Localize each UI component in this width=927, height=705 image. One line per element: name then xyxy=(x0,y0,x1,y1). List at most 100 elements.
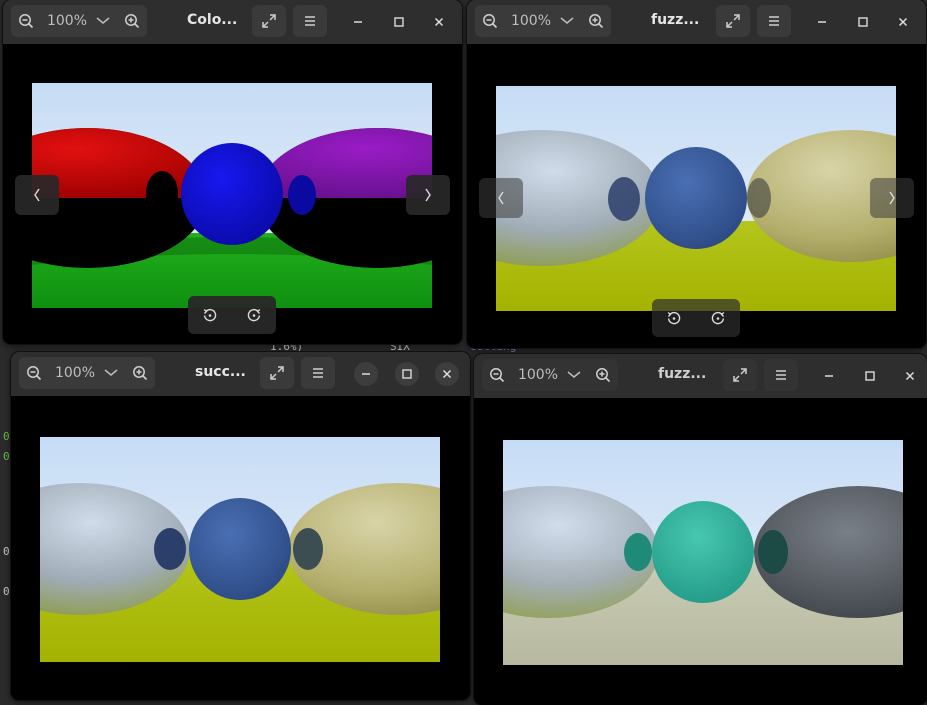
zoom-out-icon xyxy=(26,365,42,381)
hamburger-menu-icon xyxy=(766,13,782,29)
zoom-control: 100% xyxy=(19,357,155,389)
zoom-control: 100% xyxy=(11,5,147,37)
fullscreen-button[interactable] xyxy=(716,5,750,37)
rendered-image xyxy=(503,440,903,665)
zoom-in-button[interactable] xyxy=(117,5,147,37)
minimize-button[interactable] xyxy=(817,364,841,388)
image-viewer-window-2[interactable]: 100% fuzz... xyxy=(467,0,926,348)
fullscreen-icon xyxy=(261,13,277,29)
chevron-down-icon xyxy=(559,16,575,26)
zoom-in-button[interactable] xyxy=(588,359,618,391)
maximize-icon xyxy=(857,16,869,28)
minimize-icon xyxy=(352,16,364,28)
image-viewer-window-1[interactable]: 100% Colo... xyxy=(3,0,462,344)
rotate-controls xyxy=(188,296,276,334)
image-content xyxy=(503,440,903,665)
image-viewer-window-3[interactable]: 100% succ... xyxy=(11,352,470,700)
zoom-level-dropdown[interactable]: 100% xyxy=(41,5,117,37)
zoom-out-button[interactable] xyxy=(475,5,505,37)
maximize-icon xyxy=(864,370,876,382)
close-icon xyxy=(433,16,445,28)
previous-image-button[interactable] xyxy=(479,178,523,218)
zoom-in-button[interactable] xyxy=(125,357,155,389)
zoom-out-button[interactable] xyxy=(11,5,41,37)
headerbar: 100% fuzz... xyxy=(467,0,926,44)
chevron-right-icon xyxy=(887,190,897,206)
main-menu-button[interactable] xyxy=(764,359,798,391)
headerbar: 100% fuzz... xyxy=(474,354,927,398)
image-content xyxy=(496,86,896,311)
maximize-icon xyxy=(393,16,405,28)
next-image-button[interactable] xyxy=(406,175,450,215)
zoom-in-button[interactable] xyxy=(581,5,611,37)
minimize-button[interactable] xyxy=(346,10,370,34)
zoom-level: 100% xyxy=(517,367,559,383)
close-button[interactable] xyxy=(891,10,915,34)
window-title: fuzz... xyxy=(658,366,707,382)
next-image-button[interactable] xyxy=(870,178,914,218)
zoom-level: 100% xyxy=(510,13,552,29)
zoom-level-dropdown[interactable]: 100% xyxy=(49,357,125,389)
maximize-icon xyxy=(401,368,413,380)
zoom-out-icon xyxy=(489,367,505,383)
zoom-out-button[interactable] xyxy=(19,357,49,389)
chevron-left-icon xyxy=(32,187,42,203)
window-title: fuzz... xyxy=(651,12,700,28)
rotate-right-icon xyxy=(246,307,262,323)
minimize-icon xyxy=(360,368,372,380)
image-viewer-window-4[interactable]: 100% fuzz... xyxy=(474,354,927,705)
minimize-button[interactable] xyxy=(354,362,378,386)
minimize-button[interactable] xyxy=(810,10,834,34)
zoom-out-icon xyxy=(482,13,498,29)
zoom-in-icon xyxy=(124,13,140,29)
previous-image-button[interactable] xyxy=(15,175,59,215)
chevron-down-icon xyxy=(103,368,119,378)
chevron-down-icon xyxy=(95,16,111,26)
fullscreen-icon xyxy=(269,365,285,381)
rotate-left-button[interactable] xyxy=(195,300,225,330)
rotate-left-icon xyxy=(666,310,682,326)
hamburger-menu-icon xyxy=(302,13,318,29)
close-button[interactable] xyxy=(435,362,459,386)
close-icon xyxy=(897,16,909,28)
maximize-button[interactable] xyxy=(858,364,882,388)
main-menu-button[interactable] xyxy=(293,5,327,37)
fullscreen-icon xyxy=(732,367,748,383)
zoom-in-icon xyxy=(595,367,611,383)
close-icon xyxy=(441,368,453,380)
fullscreen-button[interactable] xyxy=(260,357,294,389)
window-title: Colo... xyxy=(187,12,238,28)
fullscreen-icon xyxy=(725,13,741,29)
zoom-out-button[interactable] xyxy=(482,359,512,391)
zoom-out-icon xyxy=(18,13,34,29)
maximize-button[interactable] xyxy=(851,10,875,34)
fullscreen-button[interactable] xyxy=(723,359,757,391)
zoom-in-icon xyxy=(132,365,148,381)
minimize-icon xyxy=(823,370,835,382)
zoom-level-dropdown[interactable]: 100% xyxy=(512,359,588,391)
window-title: succ... xyxy=(195,364,246,380)
rotate-controls xyxy=(652,299,740,337)
fullscreen-button[interactable] xyxy=(252,5,286,37)
zoom-level-dropdown[interactable]: 100% xyxy=(505,5,581,37)
hamburger-menu-icon xyxy=(310,365,326,381)
close-button[interactable] xyxy=(898,364,922,388)
minimize-icon xyxy=(816,16,828,28)
maximize-button[interactable] xyxy=(395,362,419,386)
close-button[interactable] xyxy=(427,10,451,34)
zoom-control: 100% xyxy=(475,5,611,37)
rotate-right-button[interactable] xyxy=(703,303,733,333)
headerbar: 100% Colo... xyxy=(3,0,462,44)
chevron-down-icon xyxy=(566,370,582,380)
rotate-left-button[interactable] xyxy=(659,303,689,333)
maximize-button[interactable] xyxy=(387,10,411,34)
close-icon xyxy=(904,370,916,382)
hamburger-menu-icon xyxy=(773,367,789,383)
image-content xyxy=(40,437,440,662)
zoom-in-icon xyxy=(588,13,604,29)
main-menu-button[interactable] xyxy=(757,5,791,37)
main-menu-button[interactable] xyxy=(301,357,335,389)
rotate-right-button[interactable] xyxy=(239,300,269,330)
chevron-left-icon xyxy=(496,190,506,206)
image-content xyxy=(32,83,432,308)
